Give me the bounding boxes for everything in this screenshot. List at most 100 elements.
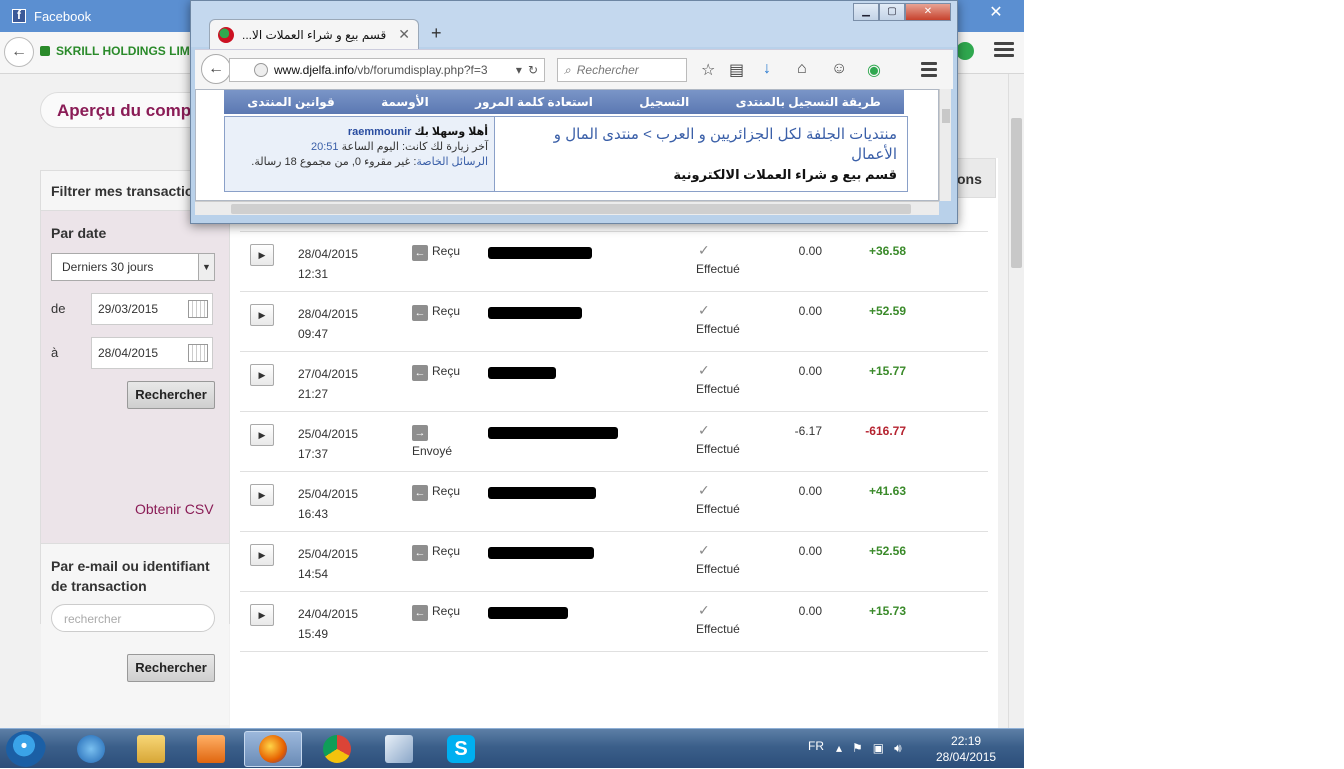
window-close-icon[interactable]: ✕ xyxy=(905,3,951,21)
redacted-counterparty xyxy=(488,247,592,259)
taskbar-media-player[interactable] xyxy=(182,731,240,767)
expand-row-button[interactable]: ▶ xyxy=(250,304,274,326)
username-link[interactable]: raemmounir xyxy=(348,126,412,138)
hello-chat-icon[interactable]: ☺ xyxy=(831,60,847,78)
firefox-tab-strip: قسم بيع و شراء العملات الا... ✕ + ▁ ▢ ✕ xyxy=(191,1,957,49)
email-search-button[interactable]: Rechercher xyxy=(127,654,215,682)
background-back-button[interactable]: ← xyxy=(4,37,34,67)
scrollbar-thumb[interactable] xyxy=(231,204,911,214)
scrollbar-thumb[interactable] xyxy=(942,109,950,123)
expand-row-button[interactable]: ▶ xyxy=(250,484,274,506)
firefox-horizontal-scrollbar[interactable] xyxy=(195,201,939,215)
scrollbar-thumb[interactable] xyxy=(1011,118,1022,268)
volume-icon[interactable]: 🔊︎ xyxy=(894,741,902,756)
transaction-row[interactable]: ▶ 25/04/2015 17:37 → Envoyé ✓ Effectué -6.17 -61… xyxy=(240,412,988,472)
transaction-fee: 0.00 xyxy=(798,544,822,558)
tab-close-icon[interactable]: ✕ xyxy=(398,26,410,43)
get-csv-link[interactable]: Obtenir CSV xyxy=(135,501,214,517)
calendar-icon[interactable] xyxy=(188,300,208,318)
received-arrow-icon: ← xyxy=(412,545,428,561)
lock-icon xyxy=(40,46,50,56)
folder-icon xyxy=(137,735,165,763)
welcome-box: أهلا وسهلا بك raemmounir آخر زيارة لك كا… xyxy=(225,117,495,191)
private-messages-link[interactable]: الرسائل الخاصة xyxy=(416,156,488,168)
minimize-icon[interactable]: ▁ xyxy=(853,3,879,21)
system-clock[interactable]: 22:19 28/04/2015 xyxy=(936,733,996,765)
taskbar-chrome[interactable] xyxy=(308,731,366,767)
background-tab-facebook[interactable]: f Facebook xyxy=(12,2,192,30)
background-scrollbar[interactable] xyxy=(1008,74,1024,728)
nav-link-registration-method[interactable]: طريقة التسجيل بالمنتدى xyxy=(736,95,881,109)
reading-list-icon[interactable]: ▤ xyxy=(729,60,744,80)
transaction-row[interactable]: ▶ 24/04/2015 15:49 ← Reçu ✓ Effectué 0.00 +15.73 xyxy=(240,592,988,652)
transaction-row[interactable]: ▶ 28/04/2015 09:47 ← Reçu ✓ Effectué 0.00 +52.59 xyxy=(240,292,988,352)
transaction-direction: Reçu xyxy=(432,544,461,558)
email-search-input[interactable]: rechercher xyxy=(51,604,215,632)
bookmark-star-icon[interactable]: ☆ xyxy=(701,60,715,80)
show-hidden-icons-icon[interactable]: ▴ xyxy=(836,741,842,756)
action-center-flag-icon[interactable]: ⚑ xyxy=(852,741,863,756)
maximize-icon[interactable]: ▢ xyxy=(879,3,905,21)
taskbar-internet-explorer[interactable] xyxy=(62,731,120,767)
transaction-row[interactable]: ▶ 25/04/2015 14:54 ← Reçu ✓ Effectué 0.00 +52.56 xyxy=(240,532,988,592)
expand-row-button[interactable]: ▶ xyxy=(250,244,274,266)
filter-panel: Filtrer mes transactions Par date Dernie… xyxy=(40,170,230,725)
last-visit-time: 20:51 xyxy=(311,141,339,153)
nav-link-register[interactable]: التسجيل xyxy=(639,95,689,109)
firefox-back-button[interactable]: ← xyxy=(201,54,231,84)
welcome-line: أهلا وسهلا بك raemmounir xyxy=(231,125,488,140)
firefox-address-bar[interactable]: www.djelfa.info/vb/forumdisplay.php?f=3 … xyxy=(229,58,545,82)
background-close-icon[interactable]: ✕ xyxy=(984,2,1008,22)
reload-icon[interactable]: ↻ xyxy=(528,63,538,77)
calendar-icon[interactable] xyxy=(188,344,208,362)
nav-link-recover-password[interactable]: استعادة كلمة المرور xyxy=(475,95,593,109)
transaction-amount: -616.77 xyxy=(865,424,906,438)
redacted-counterparty xyxy=(488,427,618,439)
firefox-search-box[interactable]: ⌕ Rechercher xyxy=(557,58,687,82)
new-tab-button[interactable]: + xyxy=(431,23,442,44)
breadcrumb[interactable]: منتديات الجلفة لكل الجزائريين و العرب > … xyxy=(505,125,897,165)
taskbar-skype[interactable]: S xyxy=(432,731,490,767)
transactions-tab-partial[interactable]: ons xyxy=(956,158,996,198)
download-icon[interactable]: ↓ xyxy=(763,60,771,78)
network-icon[interactable]: ▣ xyxy=(873,741,884,756)
clock-time: 22:19 xyxy=(951,734,982,748)
nav-link-medals[interactable]: الأوسمة xyxy=(381,95,429,109)
home-icon[interactable]: ⌂ xyxy=(797,60,807,78)
expand-row-button[interactable]: ▶ xyxy=(250,364,274,386)
date-search-button[interactable]: Rechercher xyxy=(127,381,215,409)
site-identity-icon[interactable] xyxy=(254,63,268,77)
extension-icon[interactable]: ◉ xyxy=(867,60,881,80)
nav-link-rules[interactable]: قوانين المنتدى xyxy=(247,95,334,109)
transaction-row[interactable]: ▶ 28/04/2015 12:31 ← Reçu ✓ Effectué 0.00 +36.58 xyxy=(240,232,988,292)
from-date-field[interactable]: 29/03/2015 xyxy=(91,293,213,325)
taskbar-firefox[interactable] xyxy=(244,731,302,767)
extension-badge-icon[interactable] xyxy=(956,42,974,60)
system-tray: FR ▴ ⚑ ▣ 🔊︎ 22:19 28/04/2015 xyxy=(800,729,1024,769)
expand-row-button[interactable]: ▶ xyxy=(250,604,274,626)
expand-row-button[interactable]: ▶ xyxy=(250,424,274,446)
transaction-direction: Reçu xyxy=(432,604,461,618)
forum-page: طريقة التسجيل بالمنتدى التسجيل استعادة ك… xyxy=(195,89,939,201)
redacted-counterparty xyxy=(488,607,568,619)
firefox-tab-active[interactable]: قسم بيع و شراء العملات الا... ✕ xyxy=(209,19,419,49)
firefox-vertical-scrollbar[interactable] xyxy=(939,89,951,201)
firefox-icon xyxy=(259,735,287,763)
transaction-datetime: 27/04/2015 21:27 xyxy=(298,364,358,404)
transaction-time: 14:54 xyxy=(298,567,329,581)
taskbar-notes[interactable] xyxy=(370,731,428,767)
to-date-field[interactable]: 28/04/2015 xyxy=(91,337,213,369)
date-range-select[interactable]: Derniers 30 jours ▼ xyxy=(51,253,215,281)
taskbar-file-explorer[interactable] xyxy=(122,731,180,767)
language-indicator[interactable]: FR xyxy=(808,739,824,753)
dropdown-arrow-icon[interactable]: ▾ xyxy=(516,63,522,77)
background-menu-icon[interactable] xyxy=(994,42,1014,60)
transaction-row[interactable]: ▶ 25/04/2015 16:43 ← Reçu ✓ Effectué 0.00 +41.63 xyxy=(240,472,988,532)
transaction-row[interactable]: ▶ 27/04/2015 21:27 ← Reçu ✓ Effectué 0.00 +15.77 xyxy=(240,352,988,412)
expand-row-button[interactable]: ▶ xyxy=(250,544,274,566)
back-arrow-icon: ← xyxy=(11,43,27,60)
firefox-menu-icon[interactable] xyxy=(921,62,937,80)
transaction-datetime: 25/04/2015 14:54 xyxy=(298,544,358,584)
djelfa-favicon-icon xyxy=(218,26,234,43)
windows-start-icon[interactable] xyxy=(6,731,46,767)
